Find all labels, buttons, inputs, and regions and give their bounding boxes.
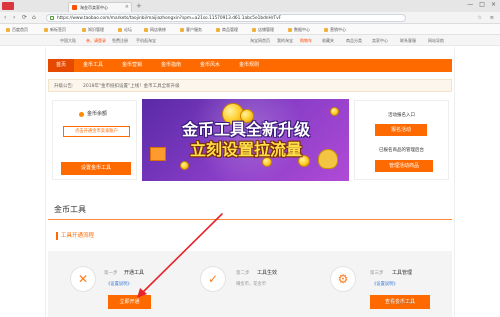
flow-title: 工具开通流程 — [61, 233, 95, 239]
browser-tab-strip: 淘金币卖家中心 × + — □ × — [0, 0, 500, 12]
step-2-name: 工具生效 — [257, 270, 278, 276]
manage-activity-items-button[interactable]: 管理活动商品 — [375, 160, 433, 172]
open-now-button[interactable]: 立即开通 — [108, 295, 151, 309]
manage-icon: ⚙ — [330, 266, 356, 292]
bookmark-item[interactable]: 知识管理 — [82, 26, 104, 33]
promo-banner[interactable]: 金币工具全新升级 立刻设置拉流量 — [142, 99, 349, 181]
gold-coin-icon — [180, 161, 189, 170]
bookmark-item[interactable]: 营销中心 — [324, 26, 346, 33]
lock-icon — [50, 16, 54, 20]
flow-title-marker — [56, 232, 58, 240]
my-taobao-link[interactable]: 我的淘宝 — [277, 37, 293, 44]
cart-link[interactable]: 购物车 — [300, 37, 312, 44]
site-top-bar: 中国大陆 亲，请登录 免费注册 手机逛淘宝 淘宝网首页 我的淘宝 购物车 收藏夹… — [0, 35, 500, 46]
nav-item-coin-fengshui[interactable]: 金币风水 — [192, 59, 228, 72]
bookmark-item[interactable]: 网店装修 — [144, 26, 166, 33]
step-1-settings-link[interactable]: 《设置说明》 — [106, 281, 132, 288]
bookmark-item[interactable]: 店铺管理 — [252, 26, 274, 33]
check-icon: ✓ — [200, 266, 226, 292]
bookmarks-bar: 百度首页 新标签页 知识管理 论坛 网店装修 客户服务 商品管理 店铺管理 数据… — [0, 24, 500, 35]
step-1-number: 第一步 — [104, 271, 118, 276]
gold-coin-icon — [330, 107, 339, 116]
step-3-settings-link[interactable]: 《设置说明》 — [372, 281, 398, 288]
section-divider — [48, 219, 452, 220]
forward-icon[interactable]: › — [13, 13, 15, 22]
nav-item-coin-tools[interactable]: 金币工具 — [75, 59, 111, 72]
nav-item-home[interactable]: 首页 — [48, 59, 74, 72]
home-icon[interactable]: ⌂ — [32, 13, 36, 22]
favorites-link[interactable]: 收藏夹 — [322, 37, 334, 44]
coin-balance-heading: 金币余额 — [79, 111, 107, 118]
contact-service-link[interactable]: 联系客服 — [400, 37, 416, 44]
watermark: jingyan — [388, 298, 414, 306]
bookmark-item[interactable]: 论坛 — [118, 26, 132, 33]
maximize-icon[interactable]: □ — [479, 1, 485, 9]
url-text: https://www.taobao.com/markets/taojinbi/… — [57, 16, 282, 21]
section-title: 金币工具 — [54, 205, 86, 214]
menu-icon[interactable]: ≡ — [490, 14, 494, 22]
window-controls: — □ × — [467, 1, 496, 9]
bookmark-item[interactable]: 新标签页 — [44, 26, 66, 33]
login-link[interactable]: 亲，请登录 — [86, 37, 106, 44]
url-field[interactable]: https://www.taobao.com/markets/taojinbi/… — [46, 14, 406, 22]
site-nav-link[interactable]: 网站导航 — [428, 37, 444, 44]
bookmark-item[interactable]: 客户服务 — [180, 26, 202, 33]
nav-item-coin-rules[interactable]: 金币规则 — [231, 59, 267, 72]
register-link[interactable]: 免费注册 — [112, 37, 128, 44]
seller-center-link[interactable]: 卖家中心 — [372, 37, 388, 44]
new-tab-icon[interactable]: + — [136, 2, 142, 10]
browser-tab[interactable]: 淘金币卖家中心 × — [68, 2, 132, 12]
activity-card: 活动报名入口 报名活动 已报名商品的管理后台 管理活动商品 — [354, 100, 449, 180]
manage-backend-title: 已报名商品的管理后台 — [379, 148, 424, 153]
star-icon[interactable]: ☆ — [477, 14, 481, 22]
notice-text[interactable]: 2018年"金币抵扣设置"上线！金币工具全新升级 — [83, 82, 180, 91]
upgrade-notice: 升级公告: 2018年"金币抵扣设置"上线！金币工具全新升级 — [48, 79, 452, 92]
bookmark-item[interactable]: 商品管理 — [216, 26, 238, 33]
browser-logo-icon — [2, 2, 14, 10]
mobile-link[interactable]: 手机逛淘宝 — [136, 37, 156, 44]
coin-balance-card: 金币余额 点击开通金币卖家账户 设置金币工具 — [52, 100, 137, 180]
activity-entry-title: 活动报名入口 — [388, 113, 415, 118]
bookmark-item[interactable]: 百度首页 — [6, 26, 28, 33]
address-bar-row: ‹ › ⟳ ⌂ https://www.taobao.com/markets/t… — [0, 12, 500, 24]
taobao-favicon-icon — [72, 5, 77, 10]
refresh-icon[interactable]: ⟳ — [22, 13, 27, 22]
step-2-description: 赚金币，花金币 — [236, 282, 267, 287]
region-selector[interactable]: 中国大陆 — [60, 37, 76, 44]
step-3-number: 第三步 — [370, 271, 384, 276]
coin-balance-title: 金币余额 — [87, 111, 108, 117]
nav-item-coin-guide[interactable]: 金币指南 — [153, 59, 189, 72]
bookmark-item[interactable]: 数据中心 — [288, 26, 310, 33]
close-window-icon[interactable]: × — [491, 1, 496, 9]
open-coin-account-button[interactable]: 点击开通金币卖家账户 — [63, 126, 130, 137]
notice-label: 升级公告: — [54, 84, 74, 89]
banner-subheadline: 立刻设置拉流量 — [189, 140, 302, 159]
address-bar-tools: ☆ ≡ — [477, 14, 494, 22]
step-2-number: 第二步 — [236, 271, 250, 276]
tab-title: 淘金币卖家中心 — [80, 5, 108, 10]
back-icon[interactable]: ‹ — [4, 13, 6, 22]
wrench-icon: ✕ — [70, 266, 96, 292]
close-tab-icon[interactable]: × — [125, 4, 129, 11]
step-1-name: 开通工具 — [124, 270, 145, 276]
nav-item-coin-marketing[interactable]: 金币营销 — [114, 59, 150, 72]
step-3-name: 工具管理 — [392, 270, 413, 276]
category-link[interactable]: 商品分类 — [346, 37, 362, 44]
set-coin-tool-button[interactable]: 设置金币工具 — [61, 162, 131, 175]
banner-headline: 金币工具全新升级 — [181, 120, 310, 139]
main-nav: 首页 金币工具 金币营销 金币指南 金币风水 金币规则 — [48, 59, 452, 72]
register-activity-button[interactable]: 报名活动 — [375, 124, 427, 136]
coin-icon — [79, 112, 84, 117]
taobao-home-link[interactable]: 淘宝网首页 — [250, 37, 270, 44]
minimize-icon[interactable]: — — [467, 1, 473, 9]
